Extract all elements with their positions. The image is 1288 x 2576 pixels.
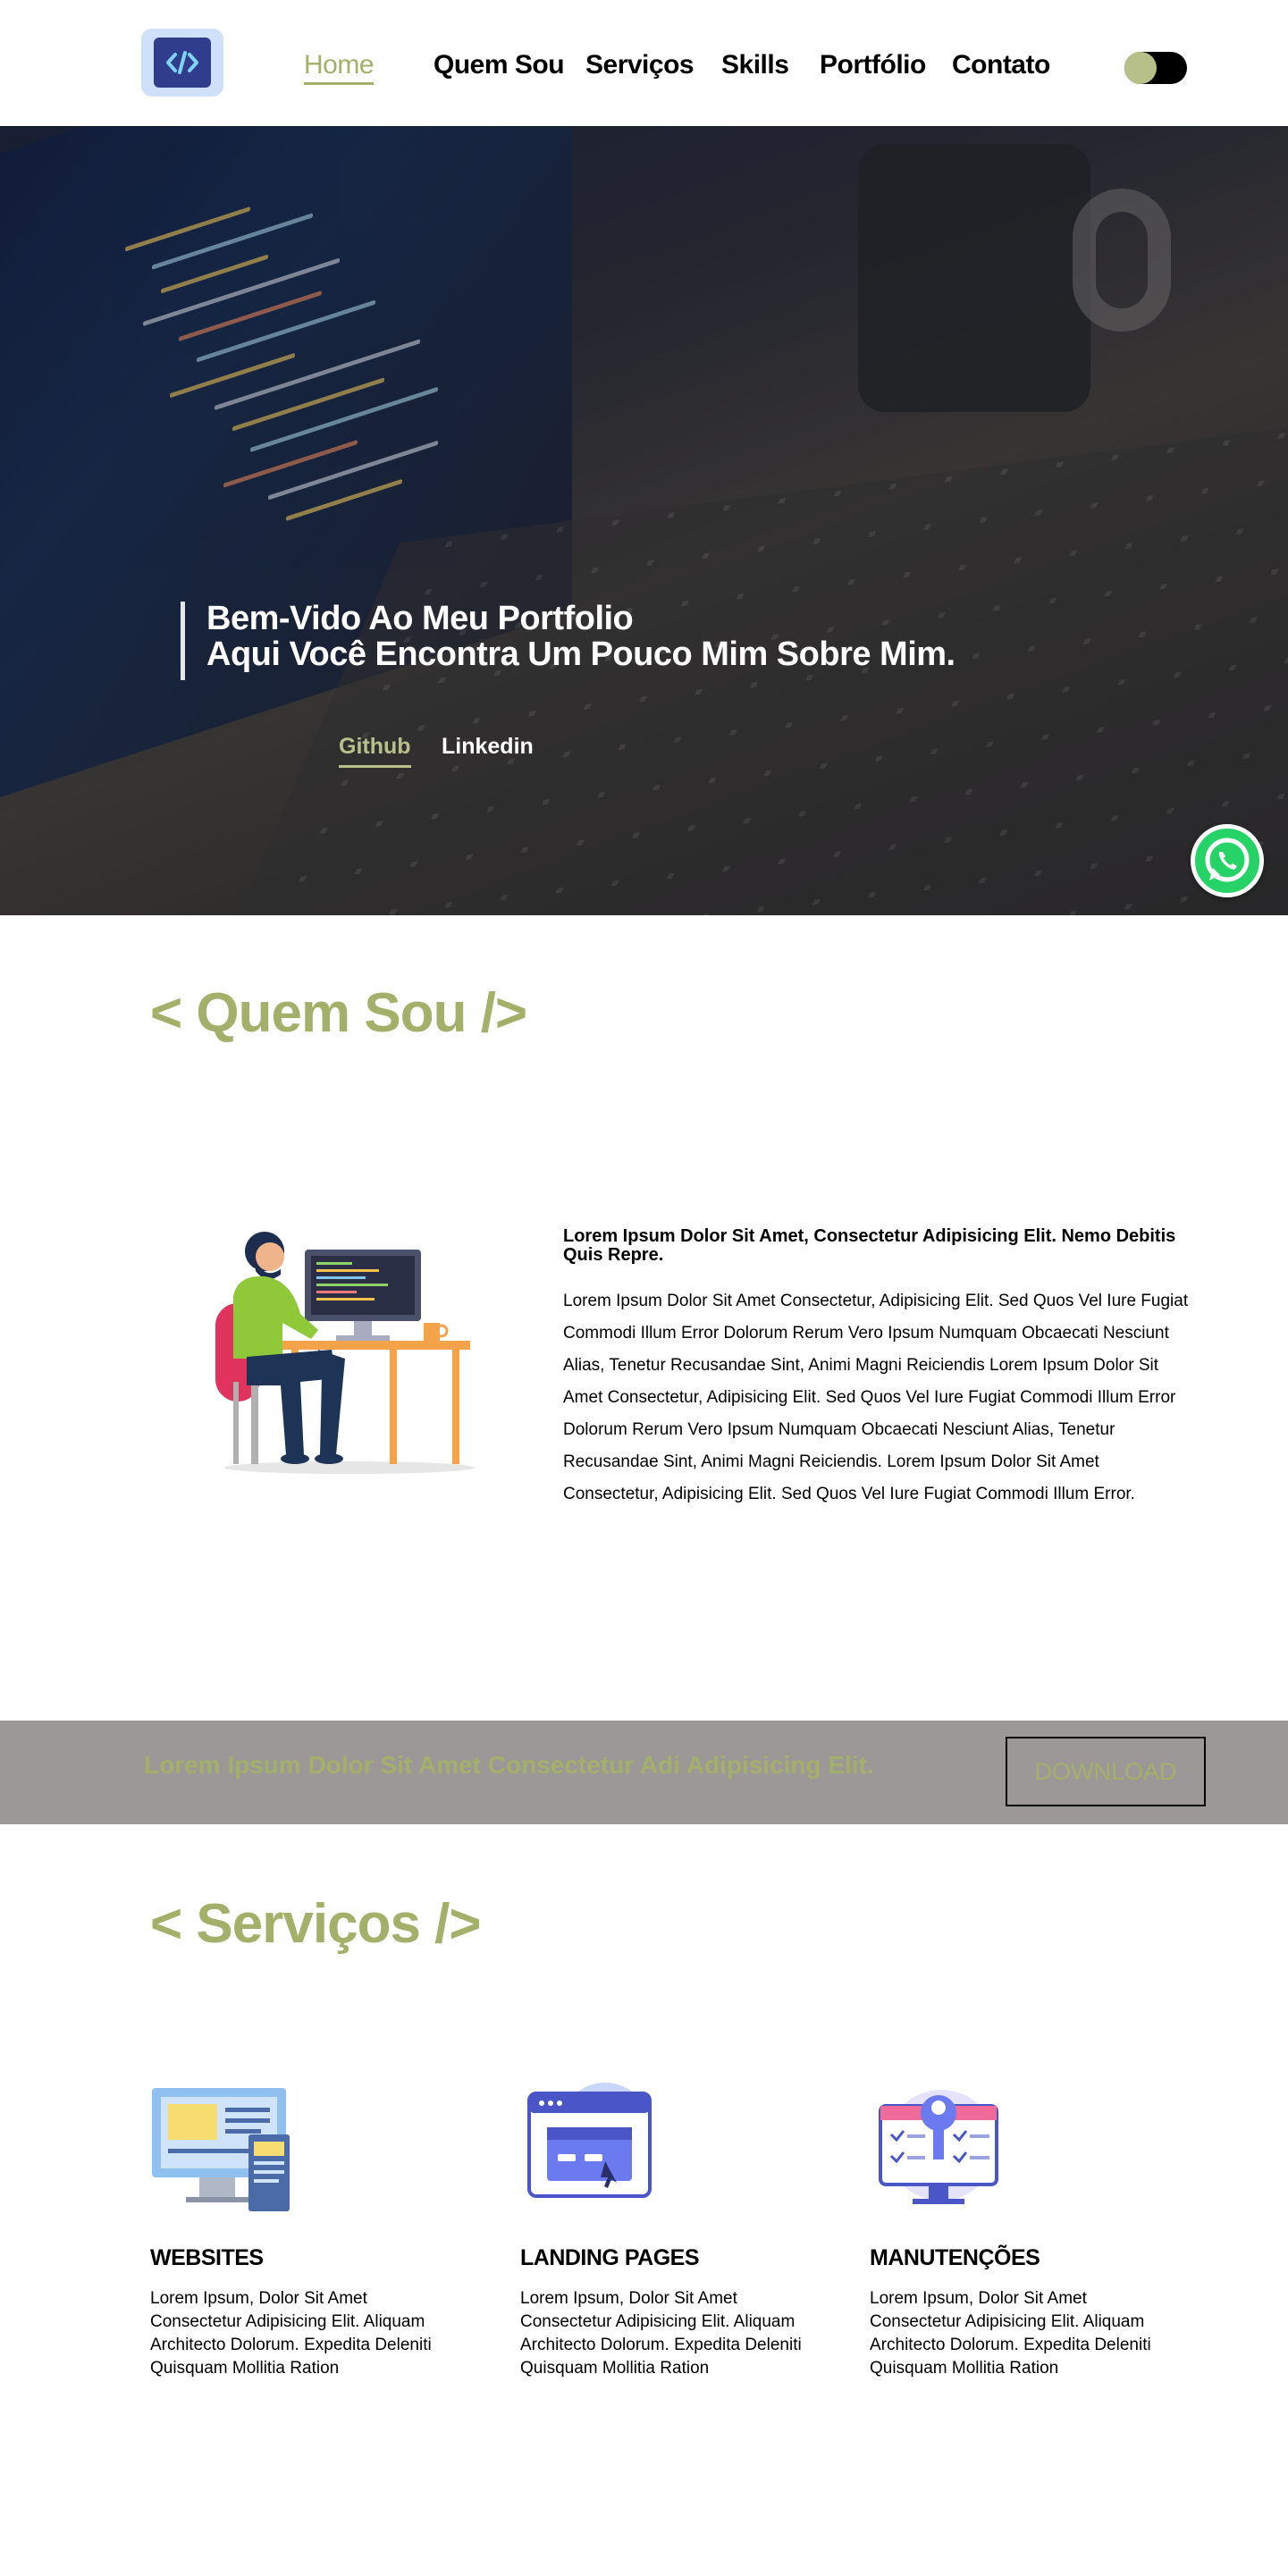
developer-at-desk-illustration xyxy=(211,1225,479,1479)
service-description: Lorem Ipsum, Dolor Sit Amet Consectetur … xyxy=(520,2289,802,2378)
nav-link-home[interactable]: Home xyxy=(304,50,375,85)
github-link[interactable]: Github xyxy=(339,734,411,768)
download-banner: Lorem Ipsum Dolor Sit Amet Consectetur A… xyxy=(0,1721,1288,1824)
about-lead-text: Lorem Ipsum Dolor Sit Amet, Consectetur … xyxy=(563,1226,1176,1265)
dark-mode-toggle[interactable] xyxy=(1124,52,1187,84)
nav-link-skills[interactable]: Skills xyxy=(721,50,789,80)
nav-link-portfolio[interactable]: Portfólio xyxy=(820,50,926,80)
nav-link-contato[interactable]: Contato xyxy=(952,50,1050,80)
browser-window-icon xyxy=(520,2083,663,2217)
service-card-websites: WEBSITES Lorem Ipsum, Dolor Sit Amet Con… xyxy=(150,2083,445,2380)
nav-menu: Home Quem Sou Serviços Skills Portfólio … xyxy=(0,50,1288,86)
whatsapp-icon[interactable] xyxy=(1191,824,1264,897)
desktop-monitor-icon xyxy=(150,2083,293,2217)
maintenance-wrench-icon xyxy=(870,2083,1013,2217)
services-section-title: < Serviços /> xyxy=(150,1893,482,1955)
service-description: Lorem Ipsum, Dolor Sit Amet Consectetur … xyxy=(150,2289,432,2378)
hero-title: Bem-Vido Ao Meu Portfolio Aqui Você Enco… xyxy=(206,601,955,672)
toggle-knob xyxy=(1124,52,1157,84)
nav-link-quem-sou[interactable]: Quem Sou xyxy=(434,50,565,80)
about-body-text: Lorem Ipsum Dolor Sit Amet Consectetur, … xyxy=(563,1292,1189,1503)
hero-overlay xyxy=(0,126,1288,915)
service-title: LANDING PAGES xyxy=(520,2245,700,2270)
service-title: WEBSITES xyxy=(150,2245,264,2270)
banner-text: Lorem Ipsum Dolor Sit Amet Consectetur A… xyxy=(144,1751,874,1779)
service-card-landing-pages: LANDING PAGES Lorem Ipsum, Dolor Sit Ame… xyxy=(520,2083,815,2380)
linkedin-link[interactable]: Linkedin xyxy=(442,734,534,760)
top-navbar: Home Quem Sou Serviços Skills Portfólio … xyxy=(0,0,1288,126)
service-description: Lorem Ipsum, Dolor Sit Amet Consectetur … xyxy=(870,2289,1151,2378)
nav-link-servicos[interactable]: Serviços xyxy=(585,50,695,80)
about-section-title: < Quem Sou /> xyxy=(150,982,527,1044)
hero-accent-bar xyxy=(181,602,185,680)
hero-title-line-2: Aqui Você Encontra Um Pouco Mim Sobre Mi… xyxy=(206,636,955,673)
service-title: MANUTENÇÕES xyxy=(870,2245,1040,2270)
service-card-manutencoes: MANUTENÇÕES Lorem Ipsum, Dolor Sit Amet … xyxy=(870,2083,1165,2380)
download-button[interactable]: DOWNLOAD xyxy=(1006,1737,1206,1806)
hero-section: Bem-Vido Ao Meu Portfolio Aqui Você Enco… xyxy=(0,126,1288,915)
hero-title-line-1: Bem-Vido Ao Meu Portfolio xyxy=(206,600,634,637)
